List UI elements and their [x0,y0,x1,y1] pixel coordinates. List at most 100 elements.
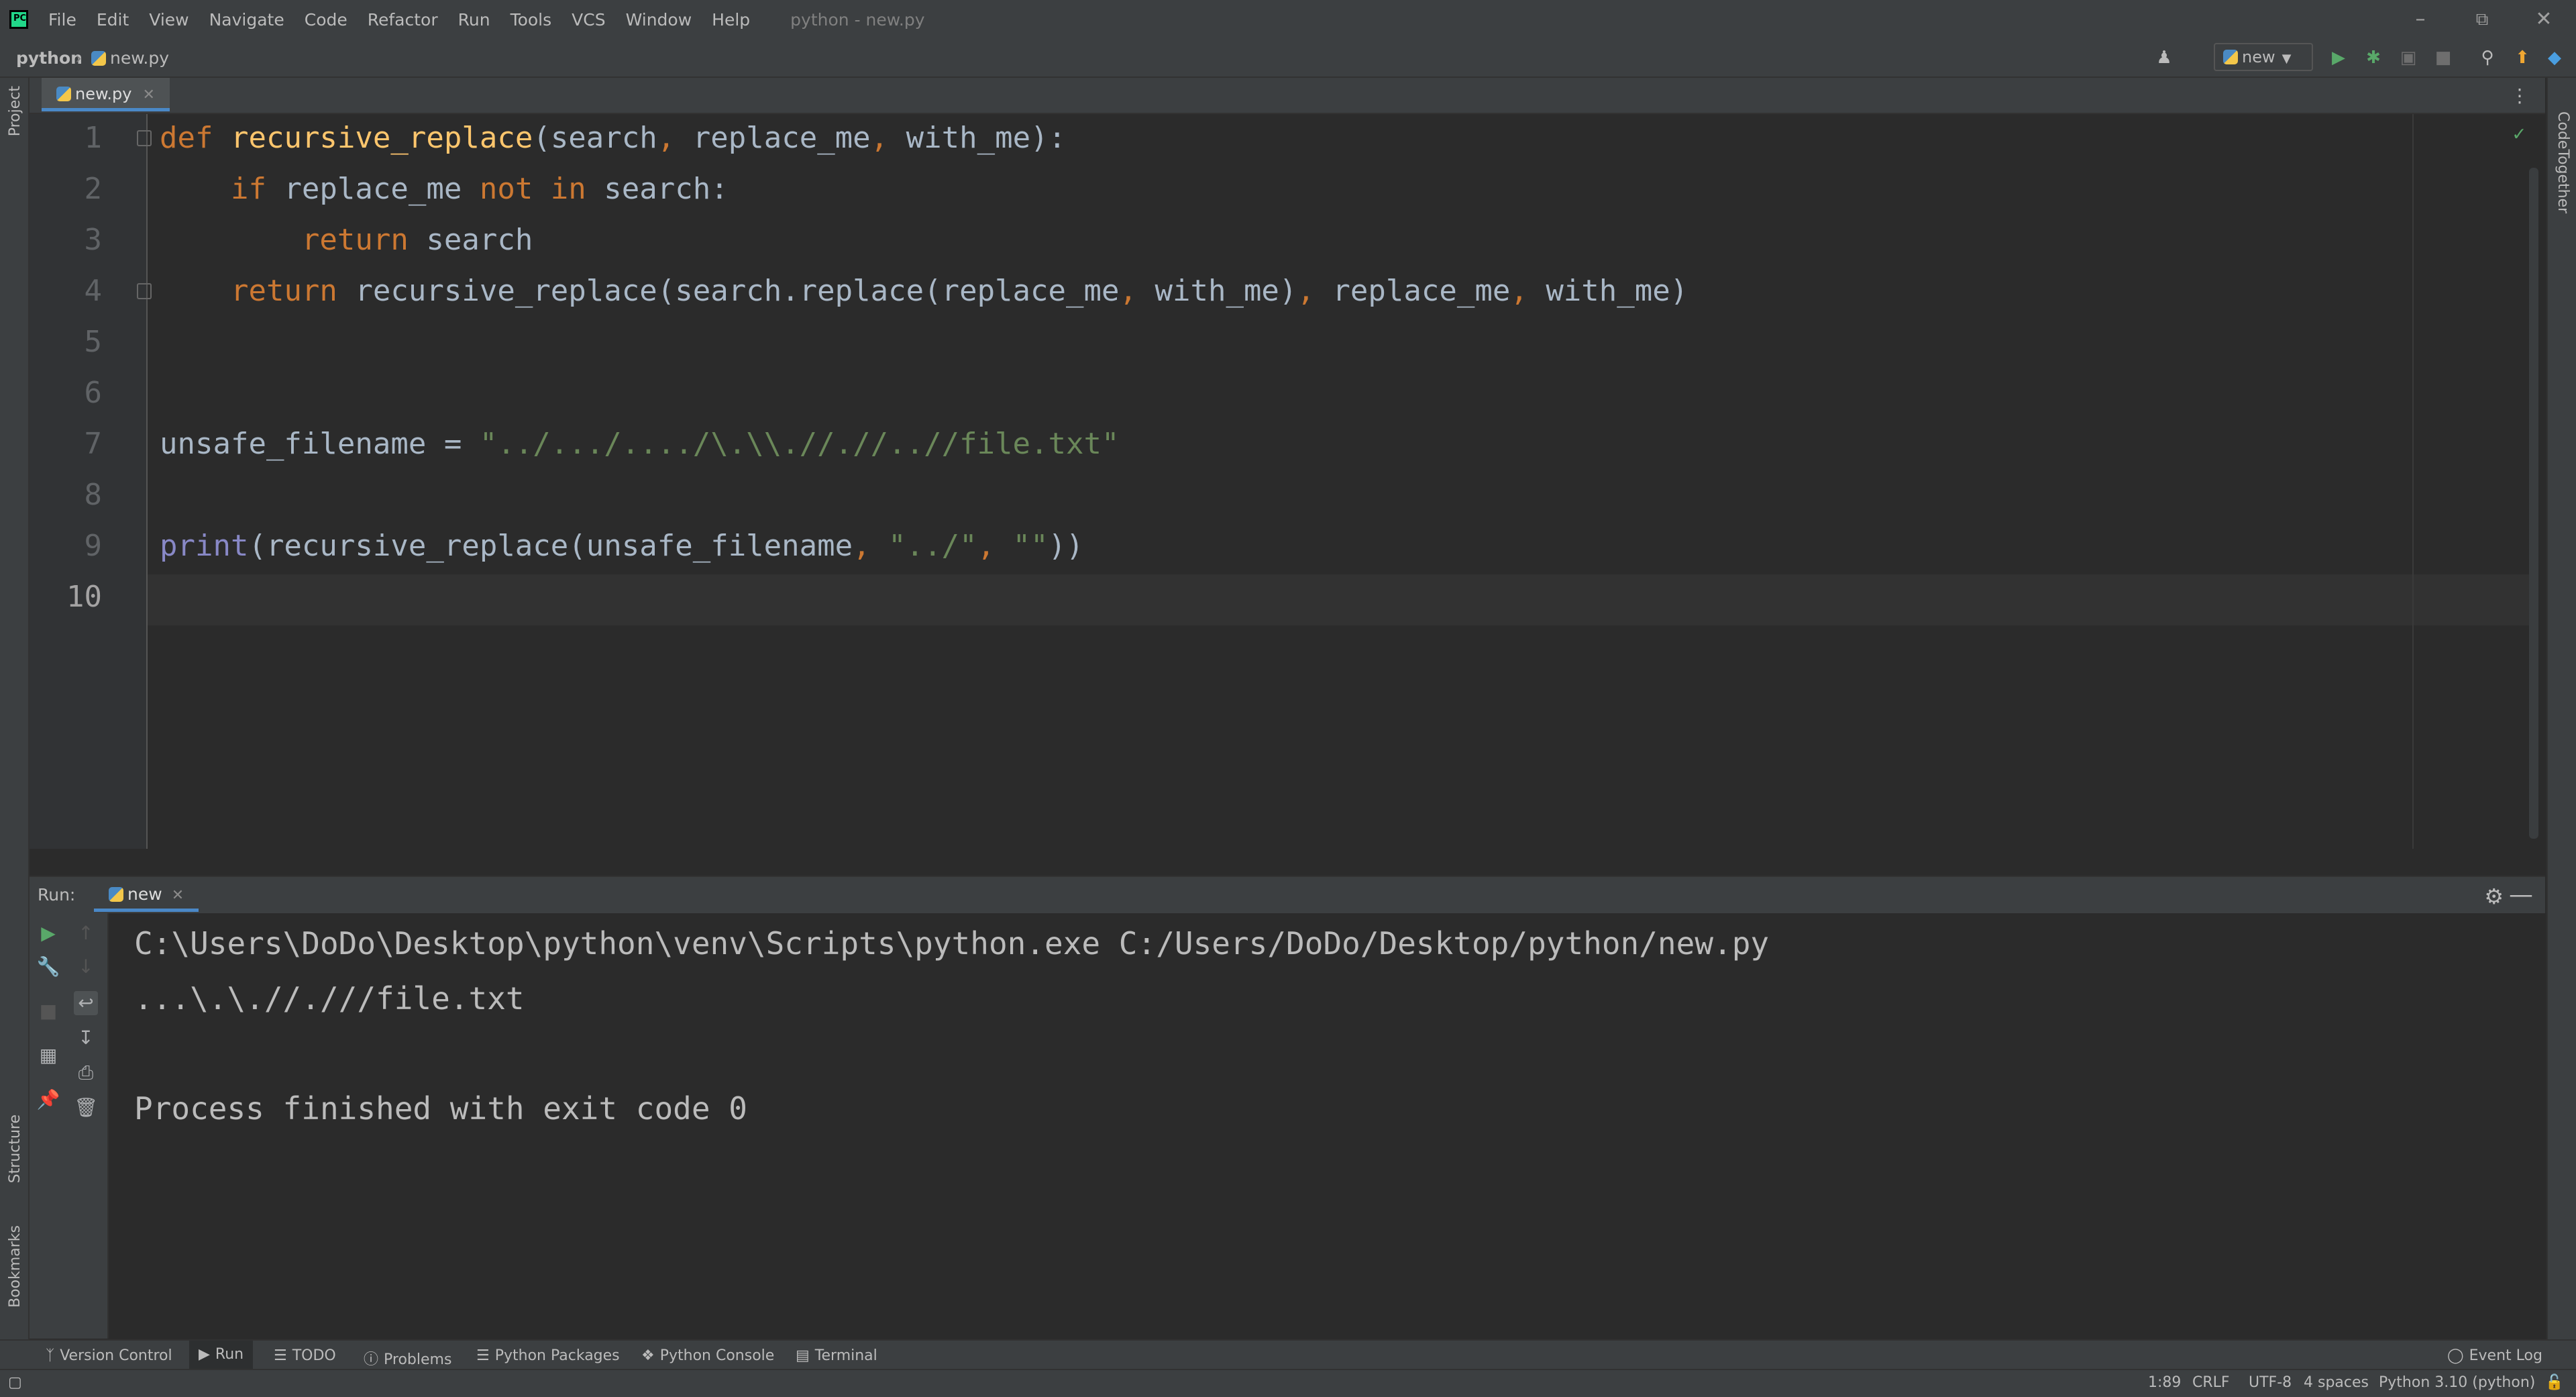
rerun-icon[interactable]: ▶ [36,921,60,945]
layout-icon[interactable]: ▦ [36,1043,60,1068]
breadcrumb-project[interactable]: python [16,48,83,68]
hide-panel-icon[interactable]: — [2509,881,2533,909]
minimize-icon[interactable]: – [2400,5,2440,34]
menu-view[interactable]: View [149,10,189,30]
menu-navigate[interactable]: Navigate [209,10,284,30]
event-log-label: Event Log [2469,1347,2542,1364]
breadcrumb-file[interactable]: new.py [91,48,169,68]
run-panel-header: Run: new ✕ ⚙ — [30,876,2545,915]
search-icon[interactable]: ⚲ [2477,47,2498,68]
print-icon[interactable]: ⎙ [74,1061,98,1085]
line-number-current: 10 [66,580,102,614]
line-separator[interactable]: CRLF [2192,1374,2230,1391]
menu-run[interactable]: Run [458,10,490,30]
menu-refactor[interactable]: Refactor [368,10,438,30]
python-interpreter[interactable]: Python 3.10 (python) [2379,1374,2535,1391]
console-line: ...\.\.//.///file.txt [134,980,525,1017]
info-icon: ⓘ [364,1351,379,1368]
tab-new-py[interactable]: new.py ✕ [42,78,170,111]
code-editor[interactable]: ✓ 1 2 3 4 5 6 7 8 9 10 def recursive_rep… [30,114,2545,849]
problems-tool-button[interactable]: ⓘ Problems [364,1347,451,1369]
chevron-down-icon: ▼ [2282,52,2292,66]
event-log-icon: ◯ [2447,1347,2464,1364]
terminal-icon: ▤ [796,1347,810,1364]
terminal-tool-button[interactable]: ▤ Terminal [796,1347,877,1364]
bookmarks-tool-button[interactable]: Bookmarks [7,1225,23,1308]
menu-edit[interactable]: Edit [97,10,129,30]
stop-icon[interactable]: ■ [2432,47,2454,68]
code-line-7: unsafe_filename = "../.../..../\.\\.//./… [160,427,1120,461]
arrow-up-icon[interactable]: ↑ [74,921,98,945]
wrench-icon[interactable]: 🔧 [36,955,60,979]
update-icon[interactable]: ⬆ [2512,47,2533,68]
menu-tools[interactable]: Tools [511,10,552,30]
current-line-highlight [148,574,2529,625]
python-file-icon [91,51,106,66]
soft-wrap-icon[interactable]: ↩ [74,991,98,1015]
project-tool-button[interactable]: Project [7,86,23,136]
run-tab-new[interactable]: new ✕ [94,877,199,912]
account-icon[interactable]: ♟ [2153,47,2175,68]
codetogether-icon[interactable]: ◆ [2544,47,2565,68]
todo-tool-button[interactable]: ☰ TODO [274,1347,336,1364]
inspection-ok-icon[interactable]: ✓ [2513,122,2525,146]
event-log-tool-button[interactable]: ◯ Event Log [2447,1347,2542,1364]
fold-marker-icon[interactable] [137,130,152,146]
line-number: 9 [84,529,103,563]
codetogether-tool-button[interactable]: CodeTogether [2555,111,2571,213]
close-run-tab-icon[interactable]: ✕ [172,887,184,904]
trash-icon[interactable]: 🗑 [74,1096,98,1120]
bottom-tool-bar: ᛉ Version Control ▶ Run ☰ TODO ⓘ Problems ☰ P… [0,1339,2576,1370]
fold-end-marker-icon[interactable] [137,283,152,299]
restore-icon[interactable]: ⧉ [2462,5,2502,34]
gear-icon[interactable]: ⚙ [2484,884,2504,909]
run-icon[interactable]: ▶ [2328,47,2349,68]
menu-code[interactable]: Code [305,10,347,30]
line-number: 4 [84,274,103,308]
todo-label: TODO [292,1347,336,1364]
menu-vcs[interactable]: VCS [572,10,605,30]
editor-scrollbar[interactable] [2529,168,2538,839]
code-line-9: print(recursive_replace(unsafe_filename,… [160,529,1084,563]
list-icon: ☰ [274,1347,287,1364]
python-console-tool-button[interactable]: ❖ Python Console [641,1347,774,1364]
line-number: 8 [84,478,103,512]
close-tab-icon[interactable]: ✕ [142,87,154,103]
console-output[interactable]: C:\Users\DoDo\Desktop\python\venv\Script… [109,913,2545,1339]
window-title: python - new.py [790,9,925,30]
python-icon [109,887,123,902]
tab-label: new.py [75,85,132,103]
toggle-tool-windows-icon[interactable]: ▢ [8,1374,22,1391]
run-configuration-select[interactable]: new ▼ [2214,43,2313,71]
python-packages-tool-button[interactable]: ☰ Python Packages [476,1347,620,1364]
line-number: 2 [84,172,103,206]
indent-setting[interactable]: 4 spaces [2304,1374,2369,1391]
more-options-icon[interactable]: ⋮ [2510,85,2529,107]
code-line-1: def recursive_replace(search, replace_me… [160,121,1067,155]
line-number: 7 [84,427,103,461]
menu-help[interactable]: Help [712,10,750,30]
structure-tool-button[interactable]: Structure [7,1115,23,1183]
console-line: C:\Users\DoDo\Desktop\python\venv\Script… [134,925,1770,962]
arrow-down-icon[interactable]: ↓ [74,955,98,979]
console-line: Process finished with exit code 0 [134,1090,747,1127]
breadcrumb-separator-icon: › [75,48,82,68]
version-control-tool-button[interactable]: ᛉ Version Control [46,1347,172,1364]
run-tool-label: Run [215,1346,244,1363]
debug-icon[interactable]: ✱ [2363,47,2384,68]
run-configuration-label: new [2242,48,2275,66]
caret-position[interactable]: 1:89 [2148,1374,2181,1391]
close-icon[interactable]: ✕ [2524,5,2564,34]
right-tool-strip: CodeTogether [2546,78,2576,1339]
stop-icon[interactable]: ■ [36,999,60,1023]
menu-window[interactable]: Window [626,10,692,30]
run-tool-button[interactable]: ▶ Run [189,1341,254,1369]
line-number: 3 [84,223,103,257]
coverage-icon[interactable]: ▣ [2398,47,2419,68]
pin-icon[interactable]: 📌 [36,1088,60,1112]
python-packages-label: Python Packages [494,1347,620,1364]
menu-file[interactable]: File [48,10,76,30]
file-encoding[interactable]: UTF-8 [2249,1374,2292,1391]
lock-icon[interactable]: 🔓 [2545,1374,2563,1391]
scroll-to-end-icon[interactable]: ↧ [74,1026,98,1050]
